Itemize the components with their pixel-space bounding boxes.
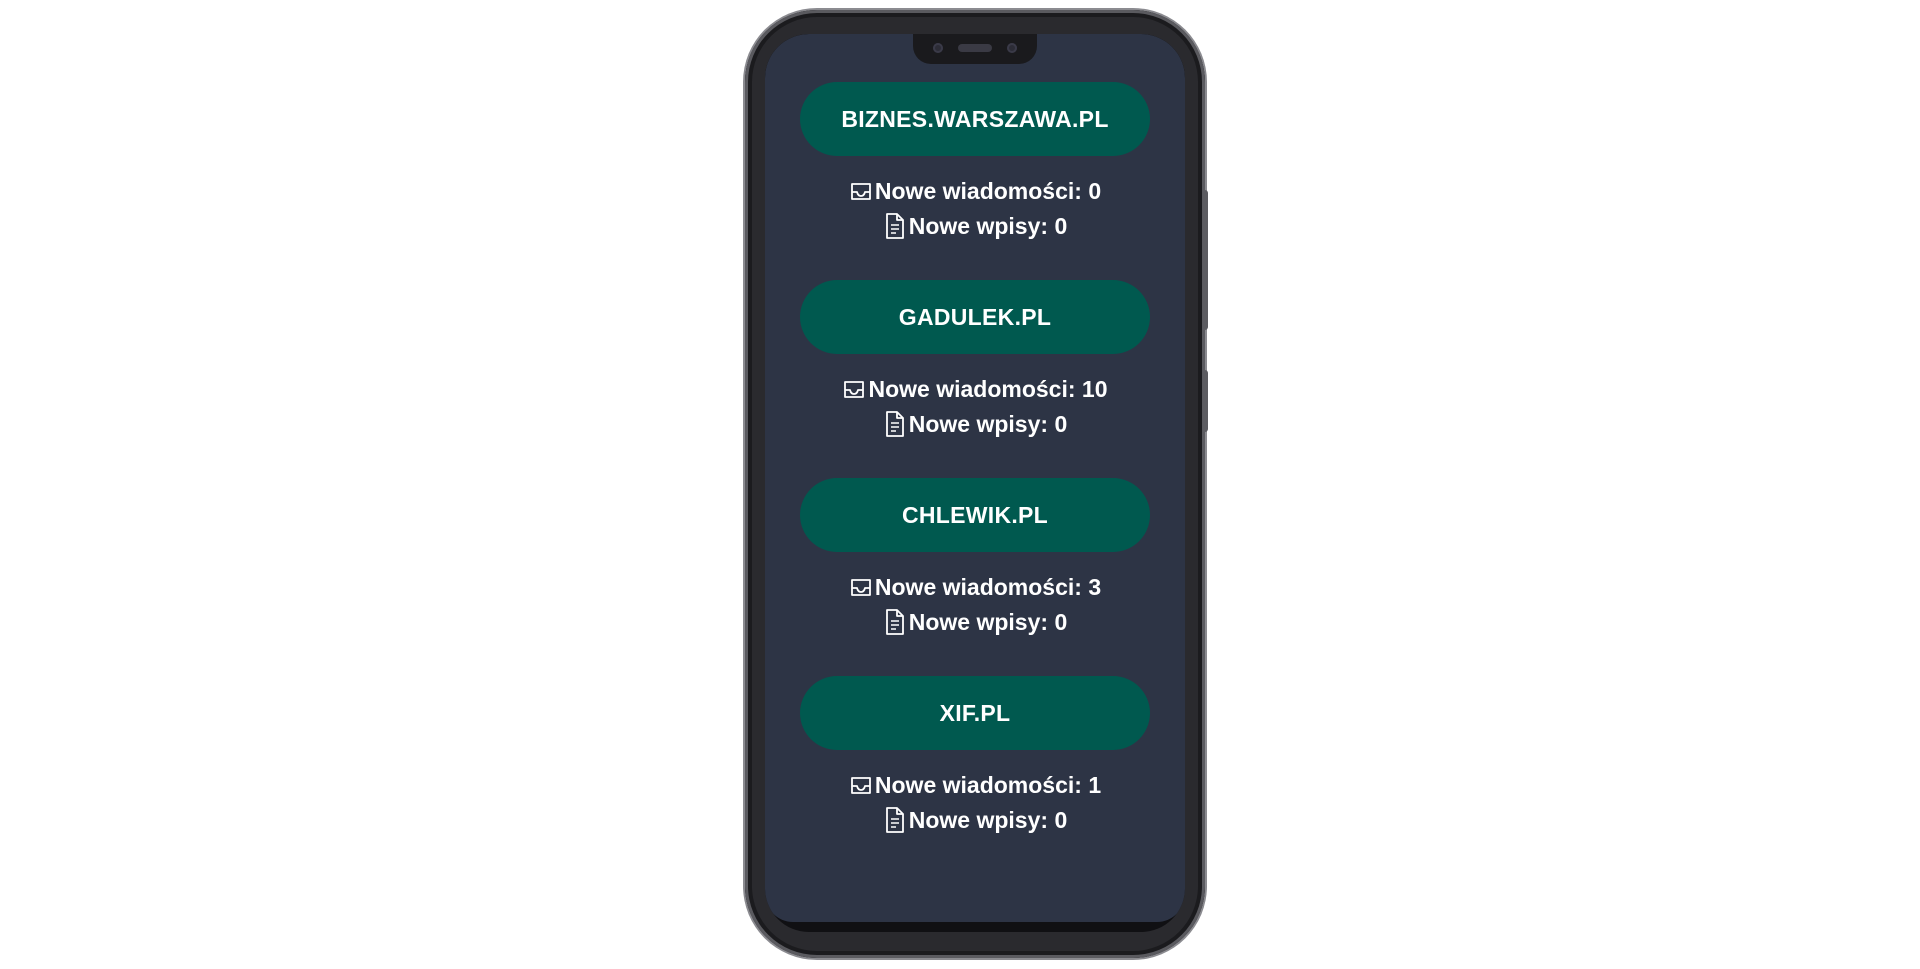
- messages-count-label: Nowe wiadomości: 10: [868, 376, 1108, 402]
- messages-stat: Nowe wiadomości: 1: [765, 764, 1185, 799]
- document-icon: [883, 212, 907, 240]
- entries-stat: Nowe wpisy: 0: [765, 205, 1185, 240]
- site-stats: Nowe wiadomości: 1 Nowe wpisy: 0: [765, 764, 1185, 834]
- entries-count-label: Nowe wpisy: 0: [908, 411, 1068, 437]
- phone-screen: BIZNES.WARSZAWA.PL Nowe wiadomości: 0 No…: [765, 34, 1185, 932]
- site-card: BIZNES.WARSZAWA.PL Nowe wiadomości: 0 No…: [765, 82, 1185, 280]
- site-button-xif[interactable]: XIF.PL: [800, 676, 1150, 750]
- volume-button: [1203, 190, 1208, 330]
- messages-stat: Nowe wiadomości: 10: [765, 368, 1185, 403]
- messages-stat: Nowe wiadomości: 0: [765, 170, 1185, 205]
- inbox-icon: [849, 177, 873, 205]
- site-stats: Nowe wiadomości: 10 Nowe wpisy: 0: [765, 368, 1185, 438]
- site-button-gadulek[interactable]: GADULEK.PL: [800, 280, 1150, 354]
- messages-stat: Nowe wiadomości: 3: [765, 566, 1185, 601]
- inbox-icon: [849, 771, 873, 799]
- messages-count-label: Nowe wiadomości: 0: [874, 178, 1102, 204]
- site-stats: Nowe wiadomości: 3 Nowe wpisy: 0: [765, 566, 1185, 636]
- messages-count-label: Nowe wiadomości: 3: [874, 574, 1102, 600]
- site-button-biznes-warszawa[interactable]: BIZNES.WARSZAWA.PL: [800, 82, 1150, 156]
- entries-stat: Nowe wpisy: 0: [765, 601, 1185, 636]
- site-card: GADULEK.PL Nowe wiadomości: 10 Nowe wpis…: [765, 280, 1185, 478]
- site-card: CHLEWIK.PL Nowe wiadomości: 3 Nowe wpisy…: [765, 478, 1185, 676]
- entries-stat: Nowe wpisy: 0: [765, 403, 1185, 438]
- phone-frame: BIZNES.WARSZAWA.PL Nowe wiadomości: 0 No…: [745, 10, 1208, 958]
- inbox-icon: [842, 375, 866, 403]
- entries-count-label: Nowe wpisy: 0: [908, 213, 1068, 239]
- sensor-icon: [1007, 43, 1017, 53]
- document-icon: [883, 410, 907, 438]
- power-button: [1203, 370, 1208, 432]
- site-stats: Nowe wiadomości: 0 Nowe wpisy: 0: [765, 170, 1185, 240]
- messages-count-label: Nowe wiadomości: 1: [874, 772, 1102, 798]
- phone-notch: [913, 34, 1037, 64]
- site-card: XIF.PL Nowe wiadomości: 1 Nowe wpisy: 0: [765, 676, 1185, 874]
- document-icon: [883, 608, 907, 636]
- entries-count-label: Nowe wpisy: 0: [908, 807, 1068, 833]
- document-icon: [883, 806, 907, 834]
- entries-count-label: Nowe wpisy: 0: [908, 609, 1068, 635]
- app-display: BIZNES.WARSZAWA.PL Nowe wiadomości: 0 No…: [765, 34, 1185, 922]
- entries-stat: Nowe wpisy: 0: [765, 799, 1185, 834]
- camera-icon: [933, 43, 943, 53]
- site-list: BIZNES.WARSZAWA.PL Nowe wiadomości: 0 No…: [765, 82, 1185, 874]
- inbox-icon: [849, 573, 873, 601]
- site-button-chlewik[interactable]: CHLEWIK.PL: [800, 478, 1150, 552]
- speaker-grille: [958, 44, 992, 52]
